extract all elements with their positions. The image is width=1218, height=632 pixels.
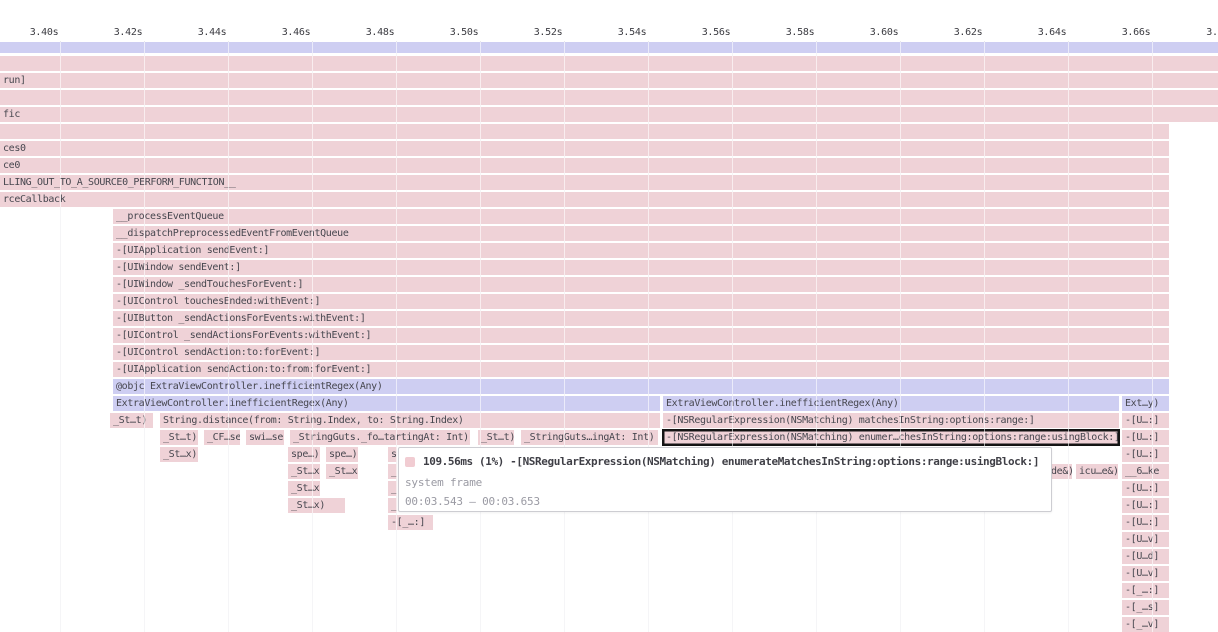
flame-cell[interactable]: spe…)) [326, 447, 358, 462]
time-tick-label: 3.50s [442, 27, 486, 40]
flame-cell[interactable]: _St…x) [388, 464, 397, 479]
flame-cell[interactable]: ExtraViewController.inefficientRegex(Any… [113, 396, 660, 411]
flame-cell[interactable] [0, 56, 1218, 71]
time-tick-label: 3.58s [778, 27, 822, 40]
flame-cell[interactable]: icu…e&) [1076, 464, 1118, 479]
flame-cell[interactable]: -[UIControl sendAction:to:forEvent:] [113, 345, 1169, 360]
flame-cell[interactable]: _St…x) [288, 464, 320, 479]
flame-cell[interactable]: -[U…:] [1122, 498, 1169, 513]
flame-cell[interactable]: _St…x) [288, 498, 345, 513]
flame-cell[interactable]: ce0 [0, 158, 1169, 173]
flame-chart-canvas: 3.40s 3.42s 3.44s 3.46s 3.48s 3.50s 3.52s 3.54s… [0, 0, 1218, 632]
flame-cell[interactable] [0, 42, 1218, 53]
flame-cell[interactable]: -[U…:] [1122, 515, 1169, 530]
flame-cell[interactable]: _St…x) [388, 481, 397, 496]
time-tick-label: 3.44s [190, 27, 234, 40]
flame-cell[interactable]: _St…x) [160, 447, 198, 462]
flame-cell[interactable]: spe…)) [288, 447, 320, 462]
flame-cell[interactable]: -[U…:] [1122, 447, 1169, 462]
flame-cell[interactable]: -[UIWindow _sendTouchesForEvent:] [113, 277, 1169, 292]
flame-cell[interactable]: -[_…s] [1122, 600, 1169, 615]
flame-cell[interactable]: _StringGuts._fo…tartingAt: Int) [290, 430, 470, 445]
flame-cell[interactable] [0, 90, 1218, 105]
flame-cell[interactable]: _St…x) [388, 498, 397, 513]
time-tick-label: 3.60s [862, 27, 906, 40]
frame-color-swatch-icon [405, 457, 415, 467]
tooltip-title: 109.56ms (1%) -[NSRegularExpression(NSMa… [423, 455, 1039, 468]
flame-cell[interactable]: rceCallback [0, 192, 1169, 207]
flame-cell[interactable]: -[NSRegularExpression(NSMatching) matche… [663, 413, 1119, 428]
flame-cell[interactable]: ExtraViewController.inefficientRegex(Any… [663, 396, 1119, 411]
time-tick-label: 3.46s [274, 27, 318, 40]
flame-cell[interactable]: _St…t) [478, 430, 514, 445]
flame-cell[interactable]: _St…x) [326, 464, 358, 479]
flame-cell[interactable]: -[UIControl _sendActionsForEvents:withEv… [113, 328, 1169, 343]
flame-cell[interactable]: -[U…:] [1122, 481, 1169, 496]
flame-cell[interactable]: -[_…v] [1122, 617, 1169, 632]
flame-cell[interactable]: __processEventQueue [113, 209, 1169, 224]
flame-cell[interactable]: -[U…d] [1122, 549, 1169, 564]
flame-cell[interactable]: -[U…:] [1122, 413, 1169, 428]
flame-cell[interactable]: String.distance(from: String.Index, to: … [160, 413, 660, 428]
flame-cell[interactable]: swi…se [246, 430, 284, 445]
flame-cell[interactable]: spe…)) [388, 447, 397, 462]
flame-cell[interactable]: _CF…se [204, 430, 240, 445]
time-tick-label: 3.62s [946, 27, 990, 40]
time-tick-label: 3.64s [1030, 27, 1074, 40]
flame-cell[interactable]: -[_…:] [1122, 583, 1169, 598]
flame-cell[interactable]: @objc ExtraViewController.inefficientReg… [113, 379, 1169, 394]
flame-cell[interactable]: _St…t) [110, 413, 153, 428]
tooltip-subtitle: system frame [405, 476, 1045, 489]
time-tick-label: 3.40s [22, 27, 66, 40]
flame-cell[interactable]: -[UIControl touchesEnded:withEvent:] [113, 294, 1169, 309]
flame-cell[interactable] [0, 124, 1169, 139]
flame-cell[interactable]: fic [0, 107, 1218, 122]
flame-cell[interactable]: -[UIButton _sendActionsForEvents:withEve… [113, 311, 1169, 326]
tooltip-time-range: 00:03.543 — 00:03.653 [405, 495, 1045, 508]
flame-cell[interactable]: _St…x) [288, 481, 320, 496]
flame-cell[interactable]: _St…t) [160, 430, 198, 445]
flame-cell[interactable]: run] [0, 73, 1218, 88]
flame-cell[interactable]: ces0 [0, 141, 1169, 156]
time-tick-label-partial: 3. [1192, 27, 1218, 40]
flame-cell[interactable]: __dispatchPreprocessedEventFromEventQueu… [113, 226, 1169, 241]
time-tick-label: 3.52s [526, 27, 570, 40]
flame-cell[interactable]: -[U…v] [1122, 532, 1169, 547]
frame-tooltip: 109.56ms (1%) -[NSRegularExpression(NSMa… [398, 447, 1052, 512]
time-tick-label: 3.66s [1114, 27, 1158, 40]
selected-flame-cell[interactable]: -[NSRegularExpression(NSMatching) enumer… [663, 430, 1119, 445]
flame-cell[interactable]: -[_…:] [388, 515, 433, 530]
flame-cell[interactable]: -[U…:] [1122, 430, 1169, 445]
flame-cell[interactable]: -[UIWindow sendEvent:] [113, 260, 1169, 275]
time-tick-label: 3.54s [610, 27, 654, 40]
flame-cell[interactable]: __6…ke [1122, 464, 1169, 479]
flame-cell[interactable]: LLING_OUT_TO_A_SOURCE0_PERFORM_FUNCTION_… [0, 175, 1169, 190]
flame-cell[interactable]: -[UIApplication sendEvent:] [113, 243, 1169, 258]
flame-cell[interactable]: Ext…y) [1122, 396, 1169, 411]
time-tick-label: 3.56s [694, 27, 738, 40]
time-tick-label: 3.42s [106, 27, 150, 40]
flame-cell[interactable]: _StringGuts…ingAt: Int) [521, 430, 658, 445]
flame-cell[interactable]: -[U…v] [1122, 566, 1169, 581]
time-tick-label: 3.48s [358, 27, 402, 40]
flame-cell[interactable]: -[UIApplication sendAction:to:from:forEv… [113, 362, 1169, 377]
